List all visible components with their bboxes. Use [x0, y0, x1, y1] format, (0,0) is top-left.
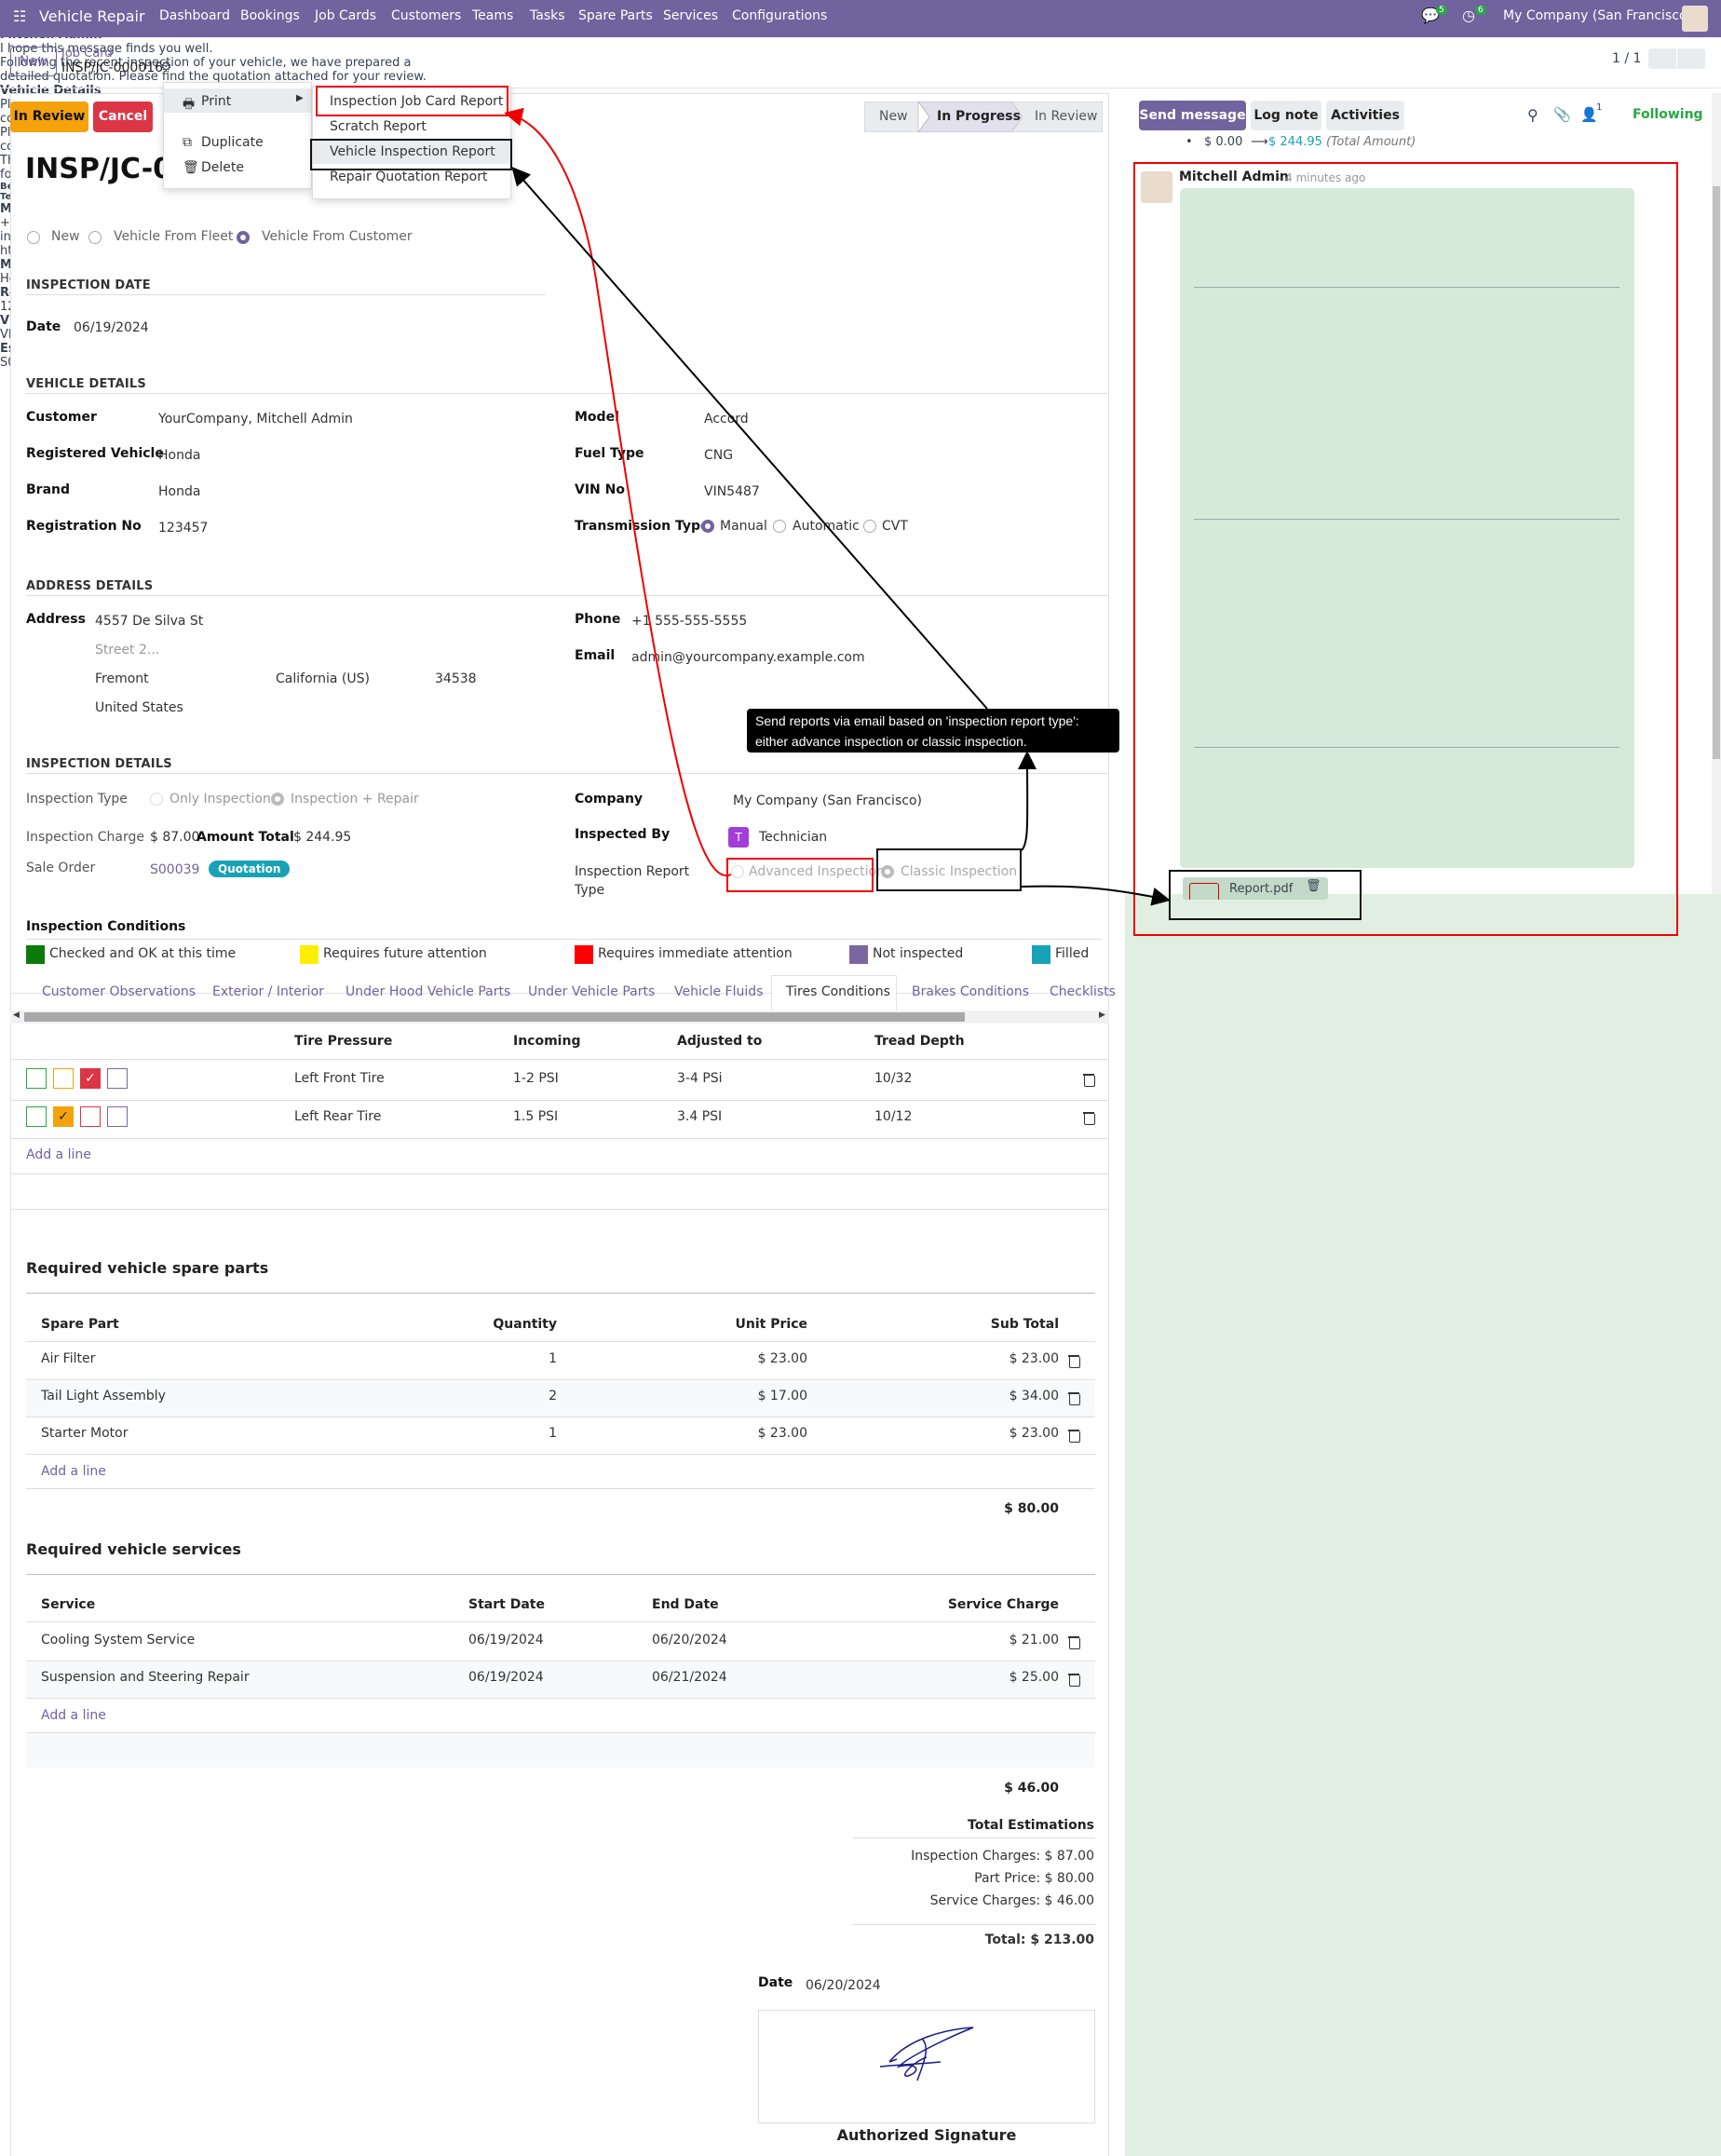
- tires-cell[interactable]: 1-2 PSI: [513, 1071, 559, 1086]
- services-cell[interactable]: 06/19/2024: [468, 1670, 544, 1685]
- services-cell[interactable]: $ 21.00: [873, 1633, 1059, 1648]
- services-header: Service Charge: [947, 1597, 1059, 1612]
- legend-label: Requires immediate attention: [598, 946, 793, 961]
- tires-footer-line-2: [10, 1209, 1109, 1210]
- tires-cell[interactable]: 10/32: [874, 1071, 912, 1086]
- tires-cell: Left Front Tire: [294, 1071, 385, 1086]
- tires-footer-line: [10, 1173, 1109, 1174]
- tab-checklists[interactable]: Checklists: [1050, 984, 1116, 999]
- arrow-callout-to-vehicle-report: [511, 166, 988, 710]
- parts-footer-line: [26, 1488, 1095, 1489]
- condition-checkbox[interactable]: [26, 1068, 47, 1089]
- parts-cell[interactable]: $ 23.00: [621, 1426, 807, 1441]
- tires-cell[interactable]: 3-4 PSi: [677, 1071, 723, 1086]
- parts-cell[interactable]: 2: [371, 1389, 557, 1403]
- services-cell[interactable]: $ 25.00: [873, 1670, 1059, 1685]
- parts-header: Sub Total: [990, 1317, 1059, 1332]
- services-header: Start Date: [468, 1597, 545, 1612]
- tab-customer-observations[interactable]: Customer Observations: [42, 984, 196, 999]
- condition-checkbox[interactable]: [80, 1106, 101, 1127]
- tires-cell[interactable]: 1.5 PSI: [513, 1109, 558, 1124]
- tab-brakes-conditions[interactable]: Brakes Conditions: [912, 984, 1029, 999]
- annotation-arrows: [504, 107, 1171, 906]
- parts-cell[interactable]: 1: [371, 1351, 557, 1366]
- tires-row-line: [10, 1138, 1109, 1139]
- legend-label: Requires future attention: [323, 946, 487, 961]
- parts-header: Unit Price: [735, 1317, 807, 1332]
- legend-label: Not inspected: [873, 946, 964, 961]
- tab-under-hood-vehicle-parts[interactable]: Under Hood Vehicle Parts: [346, 984, 510, 999]
- tires-cell: Left Rear Tire: [294, 1109, 382, 1124]
- arrow-classic-to-attachment: [1021, 885, 1171, 906]
- delete-row-icon[interactable]: [1083, 1073, 1095, 1087]
- message-divider: [1194, 287, 1619, 288]
- delete-row-icon[interactable]: [1068, 1354, 1080, 1368]
- services-spacer: [26, 1733, 1095, 1768]
- tires-header: Tread Depth: [874, 1034, 965, 1049]
- condition-checkbox[interactable]: [107, 1106, 128, 1127]
- condition-checkbox[interactable]: ✓: [80, 1068, 101, 1089]
- arrow-advanced-to-jobcard: [504, 107, 732, 877]
- delete-row-icon[interactable]: [1068, 1673, 1080, 1687]
- parts-add-line[interactable]: Add a line: [41, 1464, 106, 1479]
- tires-cell[interactable]: 10/12: [874, 1109, 912, 1124]
- services-header: End Date: [652, 1597, 719, 1612]
- parts-cell[interactable]: Air Filter: [41, 1351, 95, 1366]
- services-cell[interactable]: 06/20/2024: [652, 1633, 727, 1648]
- condition-checkbox[interactable]: ✓: [53, 1106, 74, 1127]
- legend-swatch: [575, 945, 593, 964]
- parts-cell[interactable]: 1: [371, 1426, 557, 1441]
- message-divider: [1194, 519, 1619, 520]
- parts-cell[interactable]: $ 23.00: [621, 1351, 807, 1366]
- parts-total: $ 80.00: [1004, 1501, 1059, 1516]
- parts-row-line: [26, 1454, 1095, 1455]
- condition-checkbox[interactable]: [26, 1106, 47, 1127]
- parts-cell[interactable]: Starter Motor: [41, 1426, 128, 1441]
- tab-tires-conditions[interactable]: Tires Conditions: [786, 984, 890, 999]
- condition-checkbox[interactable]: [53, 1068, 74, 1089]
- services-header-line: [26, 1621, 1095, 1622]
- delete-row-icon[interactable]: [1068, 1429, 1080, 1443]
- parts-cell[interactable]: $ 23.00: [873, 1351, 1059, 1366]
- parts-cell[interactable]: $ 23.00: [873, 1426, 1059, 1441]
- tires-cell[interactable]: 3.4 PSI: [677, 1109, 722, 1124]
- parts-header-line: [26, 1341, 1095, 1342]
- services-total: $ 46.00: [1004, 1781, 1059, 1796]
- tires-header: Adjusted to: [677, 1034, 763, 1049]
- tab-vehicle-fluids[interactable]: Vehicle Fluids: [674, 984, 763, 999]
- legend-label: Filled: [1055, 946, 1090, 961]
- tires-add-line[interactable]: Add a line: [26, 1147, 91, 1162]
- condition-checkbox[interactable]: [107, 1068, 128, 1089]
- legend-label: Checked and OK at this time: [49, 946, 237, 961]
- parts-header: Quantity: [493, 1317, 557, 1332]
- tab-under-vehicle-parts[interactable]: Under Vehicle Parts: [528, 984, 655, 999]
- legend-swatch: [849, 945, 868, 964]
- arrow-classic-to-callout: [1018, 751, 1037, 851]
- parts-cell[interactable]: $ 34.00: [873, 1389, 1059, 1403]
- parts-cell[interactable]: $ 17.00: [621, 1389, 807, 1403]
- services-cell[interactable]: Suspension and Steering Repair: [41, 1670, 250, 1685]
- legend-swatch: [26, 945, 45, 964]
- delete-row-icon[interactable]: [1068, 1391, 1080, 1405]
- services-add-line[interactable]: Add a line: [41, 1708, 106, 1723]
- services-cell[interactable]: Cooling System Service: [41, 1633, 195, 1648]
- tab-exterior-interior[interactable]: Exterior / Interior: [212, 984, 324, 999]
- tires-header: Tire Pressure: [294, 1034, 393, 1049]
- legend-swatch: [1032, 945, 1050, 964]
- services-header: Service: [41, 1597, 96, 1612]
- parts-row-line: [26, 1379, 1095, 1380]
- services-row-line: [26, 1698, 1095, 1699]
- parts-cell[interactable]: Tail Light Assembly: [41, 1389, 166, 1403]
- services-cell[interactable]: 06/21/2024: [652, 1670, 727, 1685]
- tires-header: Incoming: [513, 1034, 581, 1049]
- delete-row-icon[interactable]: [1068, 1635, 1080, 1649]
- message-divider: [1194, 747, 1619, 748]
- parts-header: Spare Part: [41, 1317, 119, 1332]
- legend-swatch: [300, 945, 318, 964]
- tires-header-line: [10, 1059, 1109, 1060]
- services-cell[interactable]: 06/19/2024: [468, 1633, 544, 1648]
- delete-row-icon[interactable]: [1083, 1111, 1095, 1125]
- tires-row-line: [10, 1100, 1109, 1101]
